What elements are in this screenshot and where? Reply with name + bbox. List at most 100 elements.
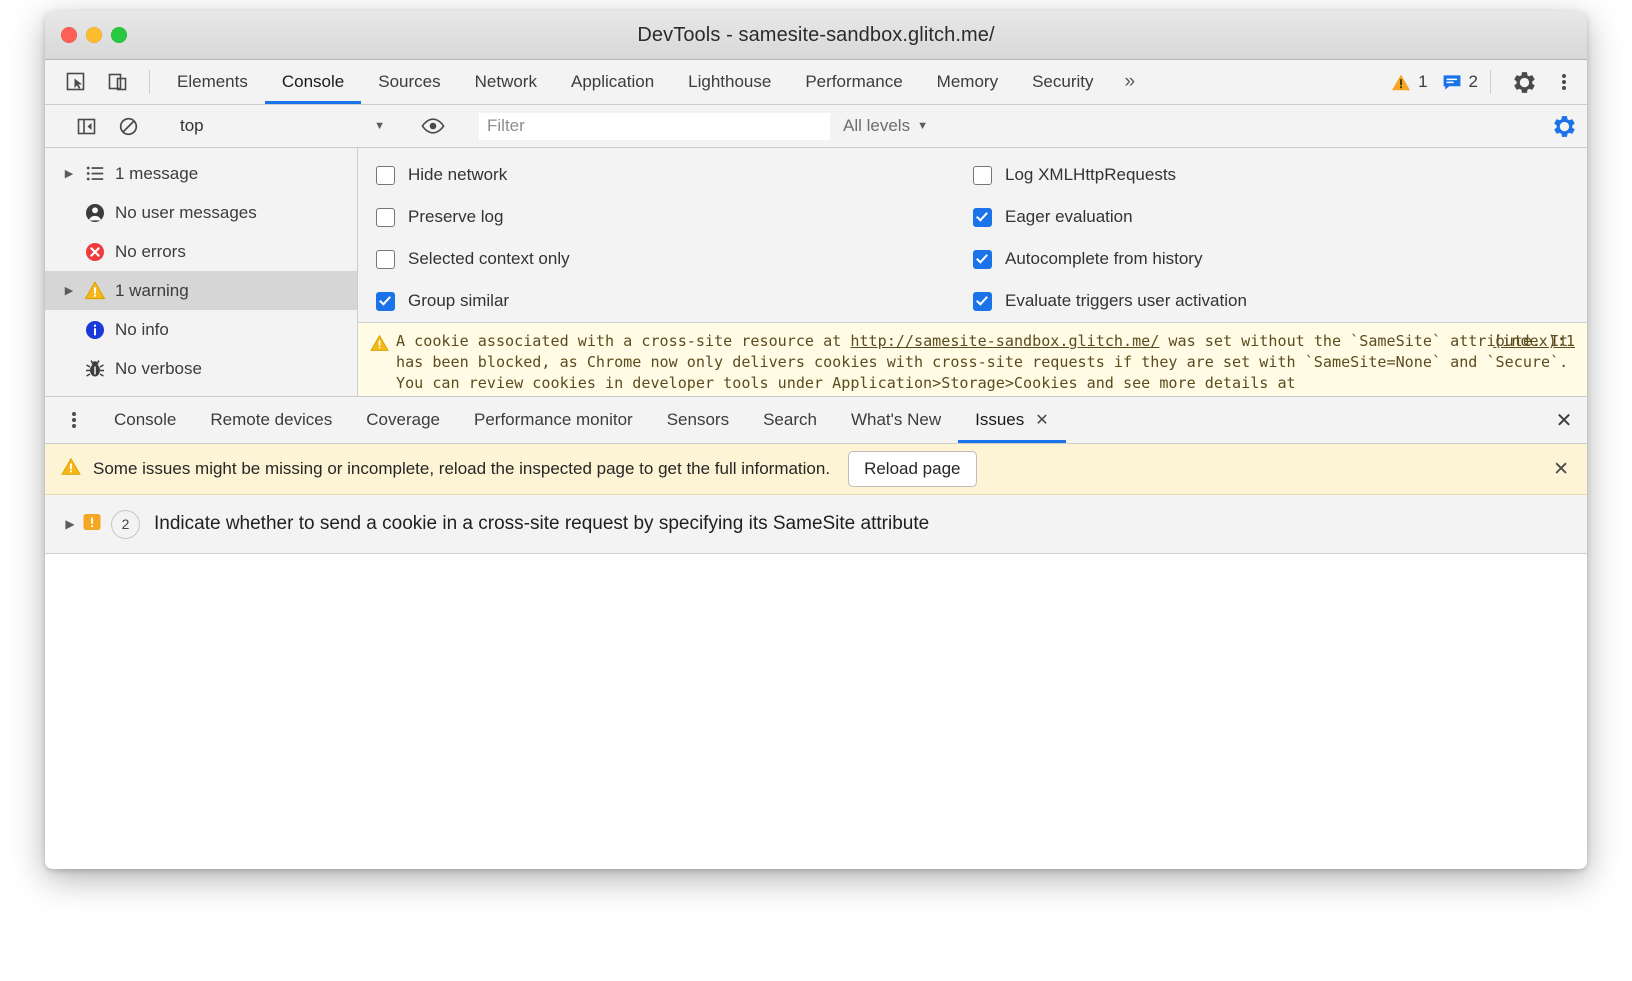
checkbox-label: Log XMLHttpRequests	[1005, 165, 1177, 184]
console-sidebar: ▶ 1 message ▶	[45, 148, 358, 396]
devtools-tab-bar: Elements Console Sources Network Applica…	[45, 60, 1587, 105]
reload-page-button[interactable]: Reload page	[848, 451, 977, 487]
issues-warning-banner: Some issues might be missing or incomple…	[45, 444, 1587, 495]
drawer-tab-label: Issues	[975, 410, 1025, 429]
drawer-tab-sensors[interactable]: Sensors	[650, 397, 746, 443]
tab-console[interactable]: Console	[264, 60, 362, 104]
sidebar-item-label: No verbose	[115, 358, 202, 378]
close-icon[interactable]: ✕	[1035, 410, 1048, 430]
execution-context-selector[interactable]: top ▼	[170, 113, 391, 139]
window-controls	[61, 27, 127, 43]
checkbox-box[interactable]	[973, 207, 992, 227]
device-toolbar-icon[interactable]	[97, 60, 139, 104]
message-icon	[1443, 74, 1460, 90]
issue-row[interactable]: ▶ 2 Indicate whether to send a cookie in…	[45, 495, 1587, 554]
checkbox-preserve-log[interactable]: Preserve log	[376, 196, 961, 238]
sidebar-item-messages[interactable]: ▶ 1 message	[45, 154, 357, 193]
message-source-link[interactable]: (index):1	[1493, 332, 1575, 350]
tab-performance[interactable]: Performance	[788, 60, 919, 104]
checkbox-autocomplete-from-history[interactable]: Autocomplete from history	[973, 238, 1587, 280]
checkbox-evaluate-triggers-user-activation[interactable]: Evaluate triggers user activation	[973, 280, 1587, 322]
console-settings-right-column: Log XMLHttpRequests Eager evaluation Aut…	[961, 154, 1587, 322]
console-warning-message[interactable]: A cookie associated with a cross-site re…	[358, 323, 1587, 396]
tab-security[interactable]: Security	[1015, 60, 1110, 104]
checkbox-box[interactable]	[376, 291, 395, 311]
drawer-tab-performance-monitor[interactable]: Performance monitor	[457, 397, 650, 443]
checkbox-box[interactable]	[973, 291, 992, 311]
checkbox-box[interactable]	[376, 207, 395, 227]
checkbox-selected-context-only[interactable]: Selected context only	[376, 238, 961, 280]
sidebar-item-info[interactable]: ▶ No info	[45, 310, 357, 349]
execution-context-value: top	[180, 116, 204, 135]
tabbar-spacer	[1149, 60, 1391, 104]
checkbox-box[interactable]	[973, 165, 992, 185]
checkbox-label: Group similar	[408, 291, 510, 310]
log-levels-label: All levels	[843, 116, 911, 135]
live-expression-icon[interactable]	[412, 117, 454, 135]
checkbox-group-similar[interactable]: Group similar	[376, 280, 961, 322]
tab-label: Console	[281, 72, 345, 91]
drawer-tab-label: Console	[114, 410, 177, 429]
expand-triangle-icon[interactable]: ▶	[59, 167, 79, 180]
gear-icon[interactable]	[1501, 60, 1547, 104]
console-settings-gear-icon[interactable]	[1541, 114, 1587, 139]
drawer-tab-coverage[interactable]: Coverage	[349, 397, 457, 443]
sidebar-item-errors[interactable]: ▶ No errors	[45, 232, 357, 271]
sidebar-item-label: 1 message	[115, 163, 199, 183]
bug-icon	[79, 358, 111, 380]
close-window-button[interactable]	[61, 27, 77, 43]
expand-triangle-icon[interactable]: ▶	[59, 284, 79, 297]
clear-console-icon[interactable]	[107, 116, 149, 137]
minimize-window-button[interactable]	[86, 27, 102, 43]
warning-counter[interactable]: 1	[1391, 72, 1428, 92]
issue-title: Indicate whether to send a cookie in a c…	[154, 513, 930, 534]
tab-lighthouse[interactable]: Lighthouse	[671, 60, 788, 104]
inspect-element-icon[interactable]	[55, 60, 97, 104]
checkbox-label: Eager evaluation	[1005, 207, 1133, 226]
user-icon	[79, 202, 111, 224]
close-drawer-icon[interactable]: ✕	[1541, 397, 1587, 443]
drawer-tab-label: Performance monitor	[473, 410, 633, 429]
expand-triangle-icon[interactable]: ▶	[59, 517, 81, 531]
maximize-window-button[interactable]	[111, 27, 127, 43]
tab-label: Performance	[805, 72, 903, 91]
tab-application[interactable]: Application	[554, 60, 671, 104]
console-sidebar-toggle-icon[interactable]	[65, 116, 107, 137]
tab-elements[interactable]: Elements	[160, 60, 265, 104]
checkbox-label: Preserve log	[408, 207, 504, 226]
drawer-tab-remote-devices[interactable]: Remote devices	[193, 397, 349, 443]
tab-memory[interactable]: Memory	[920, 60, 1015, 104]
drawer-tab-issues[interactable]: Issues ✕	[958, 397, 1066, 443]
checkbox-eager-evaluation[interactable]: Eager evaluation	[973, 196, 1587, 238]
kebab-dot	[1562, 86, 1566, 90]
banner-text: Some issues might be missing or incomple…	[93, 459, 831, 478]
message-part-1: A cookie associated with a cross-site re…	[396, 332, 851, 350]
tab-network[interactable]: Network	[458, 60, 554, 104]
drawer-tab-whats-new[interactable]: What's New	[834, 397, 958, 443]
drawer-menu-icon[interactable]	[57, 397, 91, 443]
checkbox-log-xmlhttprequests[interactable]: Log XMLHttpRequests	[973, 154, 1587, 196]
drawer-tab-search[interactable]: Search	[746, 397, 834, 443]
message-counter[interactable]: 2	[1442, 72, 1478, 92]
checkbox-hide-network[interactable]: Hide network	[376, 154, 961, 196]
log-levels-dropdown[interactable]: All levels ▼	[843, 116, 928, 136]
checkbox-box[interactable]	[973, 249, 992, 269]
sidebar-item-user-messages[interactable]: ▶ No user messages	[45, 193, 357, 232]
message-count: 2	[1468, 72, 1478, 91]
close-banner-icon[interactable]: ✕	[1547, 458, 1575, 481]
checkbox-box[interactable]	[376, 249, 395, 269]
checkbox-box[interactable]	[376, 165, 395, 185]
tab-sources[interactable]: Sources	[361, 60, 457, 104]
search-input[interactable]	[479, 112, 830, 140]
message-link-origin[interactable]: http://samesite-sandbox.glitch.me/	[850, 332, 1159, 350]
drawer: Console Remote devices Coverage Performa…	[45, 397, 1587, 869]
sidebar-item-warnings[interactable]: ▶ 1 warning	[45, 271, 357, 310]
kebab-menu-icon[interactable]	[1547, 60, 1581, 104]
console-toolbar: top ▼ All levels ▼	[45, 105, 1587, 148]
chevron-down-icon: ▼	[917, 120, 928, 132]
tab-label: Security	[1032, 72, 1094, 91]
more-tabs-icon[interactable]: »	[1111, 60, 1150, 104]
sidebar-item-verbose[interactable]: ▶ No verbose	[45, 349, 357, 388]
tab-label: Application	[570, 72, 655, 91]
drawer-tab-console[interactable]: Console	[97, 397, 193, 443]
